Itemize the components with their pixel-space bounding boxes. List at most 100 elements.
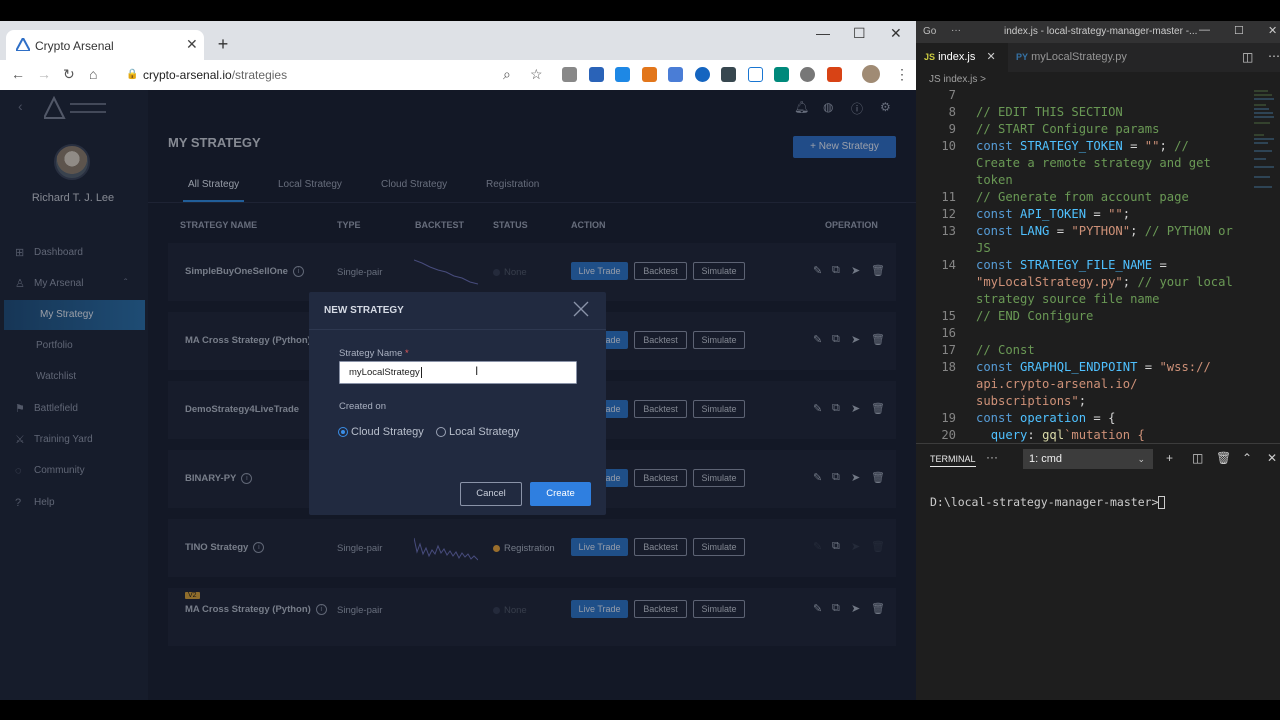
- split-terminal-icon[interactable]: ◫: [1192, 451, 1203, 465]
- code-line: JS: [976, 241, 991, 255]
- close-icon[interactable]: [570, 298, 592, 320]
- dialog-title: NEW STRATEGY: [324, 305, 404, 316]
- line-number: 14: [941, 258, 956, 272]
- maximize-icon[interactable]: ☐: [1234, 24, 1244, 37]
- radio-unselected-icon: [436, 427, 446, 438]
- code-line: strategy source file name: [976, 292, 1160, 306]
- close-tab-icon[interactable]: ✕: [186, 36, 198, 53]
- trash-icon[interactable]: 🗑︎: [1216, 451, 1231, 465]
- close-panel-icon[interactable]: ✕: [1267, 451, 1277, 465]
- label-text: Strategy Name: [339, 348, 403, 359]
- code-line: const LANG = "PYTHON"; // PYTHON or: [976, 224, 1233, 238]
- line-number: 12: [941, 207, 956, 221]
- code-editor-window: Go ··· index.js - local-strategy-manager…: [916, 21, 1280, 700]
- new-terminal-icon[interactable]: +: [1166, 451, 1173, 465]
- extension-icon[interactable]: [774, 67, 789, 82]
- extension-icon[interactable]: [615, 67, 630, 82]
- crypto-arsenal-favicon-icon: [16, 38, 30, 51]
- radio-label: Local Strategy: [449, 426, 520, 438]
- forward-icon[interactable]: →: [37, 66, 51, 82]
- terminal-output[interactable]: D:\local-strategy-manager-master>: [930, 495, 1166, 509]
- chevron-down-icon: ⌄: [1137, 454, 1145, 464]
- menu-kebab-icon[interactable]: ⋮: [895, 66, 909, 83]
- code-line: // Const: [976, 343, 1035, 357]
- bookmark-star-icon[interactable]: ☆: [530, 66, 543, 83]
- create-button[interactable]: Create: [530, 482, 591, 506]
- tab-strip: Crypto Arsenal ✕ + — ☐ ✕: [0, 21, 916, 60]
- code-line: api.crypto-arsenal.io/: [976, 377, 1138, 391]
- url-field[interactable]: 🔒 crypto-arsenal.io/strategies: [115, 64, 555, 86]
- breadcrumb[interactable]: JS index.js >: [929, 74, 986, 85]
- zoom-icon[interactable]: ⌕: [503, 66, 511, 83]
- tab-label: myLocalStrategy.py: [1031, 51, 1127, 63]
- extension-icon[interactable]: [721, 67, 736, 82]
- code-line: const STRATEGY_FILE_NAME =: [976, 258, 1167, 272]
- line-number: 8: [948, 105, 956, 119]
- radio-cloud-strategy[interactable]: Cloud Strategy: [338, 426, 424, 438]
- address-bar: ← → ↻ ⌂ 🔒 crypto-arsenal.io/strategies ⌕ …: [0, 60, 916, 90]
- back-icon[interactable]: ←: [11, 66, 25, 82]
- extension-icon[interactable]: [562, 67, 577, 82]
- reload-icon[interactable]: ↻: [63, 66, 75, 83]
- line-number: 10: [941, 139, 956, 153]
- input-value: myLocalStrategy: [349, 367, 420, 378]
- text-cursor-icon: I: [475, 364, 479, 378]
- tab-mylocalstrategy-py[interactable]: PY myLocalStrategy.py: [1008, 43, 1133, 72]
- code-line: const operation = {: [976, 411, 1116, 425]
- required-mark: *: [405, 348, 409, 359]
- code-line: Create a remote strategy and get: [976, 156, 1211, 170]
- close-tab-icon[interactable]: ✕: [986, 51, 995, 63]
- translate-icon[interactable]: [668, 67, 683, 82]
- line-number: 7: [948, 88, 956, 102]
- terminal-cursor: [1158, 496, 1166, 509]
- python-file-icon: PY: [1016, 52, 1029, 62]
- line-number: 13: [941, 224, 956, 238]
- code-line: // START Configure params: [976, 122, 1160, 136]
- radio-selected-icon: [338, 427, 348, 438]
- close-window-icon[interactable]: ✕: [890, 25, 902, 42]
- editor-title-bar: Go ··· index.js - local-strategy-manager…: [916, 21, 1280, 43]
- minimize-icon[interactable]: —: [816, 25, 830, 41]
- browser-window: Crypto Arsenal ✕ + — ☐ ✕ ← → ↻ ⌂ 🔒 crypto…: [0, 21, 916, 700]
- terminal-select-value: 1: cmd: [1029, 453, 1063, 465]
- chevron-up-icon[interactable]: ⌃: [1242, 451, 1252, 465]
- editor-tabs: JS index.js ✕ PY myLocalStrategy.py ◫ ⋯: [916, 43, 1280, 72]
- code-line: "myLocalStrategy.py"; // your local: [976, 275, 1233, 289]
- more-icon[interactable]: ···: [986, 450, 998, 464]
- line-number: 16: [941, 326, 956, 340]
- tab-index-js[interactable]: JS index.js ✕: [916, 43, 1008, 72]
- line-number: 20: [941, 428, 956, 442]
- terminal-select[interactable]: 1: cmd ⌄: [1023, 449, 1153, 469]
- extension-icon[interactable]: [800, 67, 815, 82]
- strategy-name-input[interactable]: myLocalStrategy: [339, 361, 577, 384]
- minimize-icon[interactable]: —: [1199, 24, 1210, 36]
- tab-terminal[interactable]: TERMINAL: [930, 454, 976, 467]
- metamask-icon[interactable]: [642, 67, 657, 82]
- dialog-header: NEW STRATEGY: [309, 292, 606, 330]
- profile-avatar-icon[interactable]: [862, 65, 880, 83]
- new-tab-button[interactable]: +: [212, 35, 234, 55]
- home-icon[interactable]: ⌂: [89, 66, 97, 82]
- minimap[interactable]: [1254, 87, 1276, 197]
- split-editor-icon[interactable]: ◫: [1242, 50, 1253, 64]
- code-area[interactable]: 7 8 // EDIT THIS SECTION 9 // START Configur…: [916, 87, 1280, 443]
- url-host: crypto-arsenal.io: [143, 68, 232, 82]
- cancel-button[interactable]: Cancel: [460, 482, 522, 506]
- extension-icon[interactable]: [827, 67, 842, 82]
- code-line: const API_TOKEN = "";: [976, 207, 1131, 221]
- code-line: const STRATEGY_TOKEN = ""; //: [976, 139, 1189, 153]
- browser-tab[interactable]: Crypto Arsenal ✕: [6, 30, 204, 60]
- menu-go[interactable]: Go: [923, 26, 936, 37]
- more-actions-icon[interactable]: ⋯: [1268, 49, 1280, 63]
- code-line: // EDIT THIS SECTION: [976, 105, 1123, 119]
- extension-icon[interactable]: [695, 67, 710, 82]
- radio-local-strategy[interactable]: Local Strategy: [436, 426, 519, 438]
- extension-icon[interactable]: [589, 67, 604, 82]
- line-number: 11: [941, 190, 956, 204]
- maximize-icon[interactable]: ☐: [853, 25, 866, 42]
- close-window-icon[interactable]: ✕: [1268, 24, 1277, 37]
- extension-icon[interactable]: [748, 67, 763, 82]
- code-line: query: gql`mutation {: [990, 428, 1145, 442]
- menu-more-icon[interactable]: ···: [951, 25, 961, 36]
- code-line: const GRAPHQL_ENDPOINT = "wss://: [976, 360, 1211, 374]
